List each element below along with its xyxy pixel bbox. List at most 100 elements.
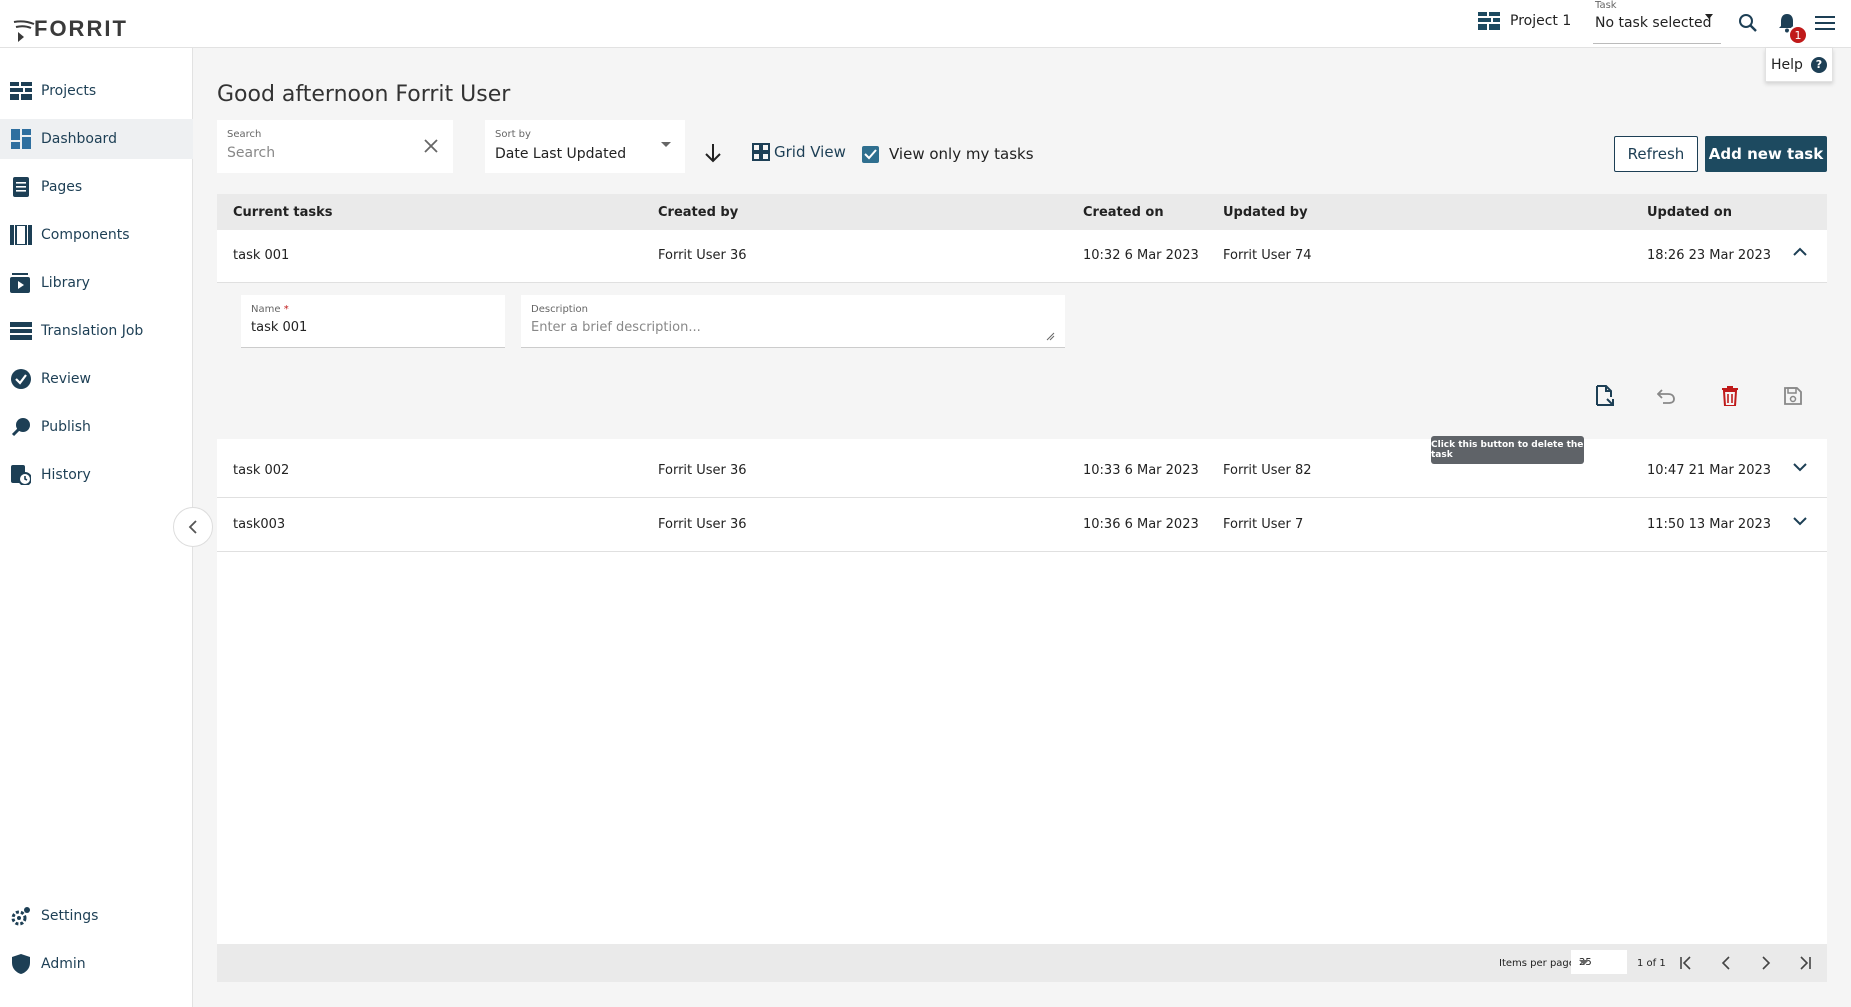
caret-down-icon	[1579, 960, 1589, 965]
sidebar-item-history[interactable]: History	[0, 455, 193, 495]
delete-task-button[interactable]	[1717, 383, 1743, 409]
task-selector-value: No task selected	[1595, 15, 1712, 31]
created-by: Forrit User 36	[658, 248, 747, 263]
sidebar-item-label: Admin	[41, 956, 86, 972]
logo-text: FORRIT	[34, 16, 128, 41]
sidebar-item-review[interactable]: Review	[0, 359, 193, 399]
refresh-button[interactable]: Refresh	[1614, 136, 1698, 172]
review-icon	[10, 368, 32, 390]
column-header-updated-by[interactable]: Updated by	[1223, 205, 1308, 220]
first-page-icon	[1680, 956, 1691, 970]
sidebar-item-dashboard[interactable]: Dashboard	[0, 119, 193, 159]
arrow-down-icon	[705, 144, 721, 163]
column-header-created-by[interactable]: Created by	[658, 205, 738, 220]
dashboard-icon	[10, 128, 32, 150]
grid-view-label: Grid View	[774, 143, 846, 161]
sidebar-item-settings[interactable]: Settings	[0, 896, 193, 936]
task-detail-panel: Name * task 001 Description Enter a brie…	[217, 283, 1827, 439]
sidebar-item-label: Library	[41, 275, 90, 291]
table-row[interactable]: task 002 Forrit User 36 10:33 6 Mar 2023…	[217, 445, 1827, 498]
pages-icon	[10, 176, 32, 198]
task-name: task003	[233, 517, 286, 532]
page-title: Good afternoon Forrit User	[217, 82, 511, 107]
resize-handle-icon[interactable]	[1046, 332, 1055, 341]
expand-row-button[interactable]	[1793, 461, 1807, 476]
chevron-right-icon	[1762, 956, 1771, 970]
chevron-up-icon	[1793, 247, 1807, 256]
view-only-my-tasks-checkbox[interactable]: View only my tasks	[862, 145, 1034, 163]
column-header-current-tasks[interactable]: Current tasks	[233, 205, 333, 220]
sidebar-item-projects[interactable]: Projects	[0, 71, 193, 111]
sidebar-item-publish[interactable]: Publish	[0, 407, 193, 447]
forrit-logo[interactable]: FORRIT	[12, 4, 128, 44]
settings-icon	[10, 905, 32, 927]
table-header: Current tasks Created by Created on Upda…	[217, 194, 1827, 230]
sort-by-label: Sort by	[495, 129, 531, 140]
updated-by: Forrit User 7	[1223, 517, 1304, 532]
sidebar-item-label: Settings	[41, 908, 99, 924]
table-row[interactable]: task 001 Forrit User 36 10:32 6 Mar 2023…	[217, 230, 1827, 283]
components-icon	[10, 224, 32, 246]
task-name-field[interactable]: Name * task 001	[241, 295, 505, 348]
sidebar-item-label: Pages	[41, 179, 83, 195]
expand-row-button[interactable]	[1793, 515, 1807, 530]
collapse-row-button[interactable]	[1793, 246, 1807, 261]
task-description-placeholder: Enter a brief description...	[531, 320, 701, 335]
task-description-label: Description	[531, 304, 588, 315]
checkbox-checked-icon	[862, 145, 879, 163]
tasks-table: Current tasks Created by Created on Upda…	[217, 194, 1827, 982]
task-description-field[interactable]: Description Enter a brief description...	[521, 295, 1065, 348]
task-name-value: task 001	[251, 320, 308, 335]
save-task-button[interactable]	[1780, 383, 1806, 409]
undo-button[interactable]	[1653, 383, 1679, 409]
previous-page-button[interactable]	[1717, 954, 1735, 972]
help-button[interactable]: Help ?	[1765, 48, 1833, 82]
task-name: task 002	[233, 463, 290, 478]
sidebar-item-components[interactable]: Components	[0, 215, 193, 255]
caret-down-icon	[1705, 14, 1713, 19]
sidebar-item-label: Components	[41, 227, 130, 243]
collapse-sidebar-button[interactable]	[173, 507, 213, 547]
chevron-down-icon	[1793, 463, 1807, 472]
main-menu-button[interactable]	[1812, 10, 1838, 36]
search-label: Search	[227, 129, 262, 140]
project-icon	[1478, 12, 1500, 30]
first-page-button[interactable]	[1677, 954, 1695, 972]
trash-icon	[1722, 386, 1738, 406]
grid-view-icon	[752, 143, 770, 161]
grid-view-toggle[interactable]: Grid View	[752, 143, 846, 161]
column-header-created-on[interactable]: Created on	[1083, 205, 1164, 220]
sidebar-item-translation-job[interactable]: Translation Job	[0, 311, 193, 351]
assign-task-button[interactable]	[1592, 383, 1618, 409]
items-per-page-label: Items per page	[1499, 958, 1575, 969]
top-bar: FORRIT Project 1 Task No task selected 1	[0, 0, 1851, 48]
sort-by-select[interactable]: Sort by Date Last Updated	[485, 120, 685, 173]
sidebar-item-admin[interactable]: Admin	[0, 944, 193, 984]
table-row[interactable]: task003 Forrit User 36 10:36 6 Mar 2023 …	[217, 499, 1827, 552]
sidebar-item-library[interactable]: Library	[0, 263, 193, 303]
column-header-updated-on[interactable]: Updated on	[1647, 205, 1732, 220]
hamburger-menu-icon	[1815, 16, 1835, 30]
search-button[interactable]	[1735, 10, 1761, 36]
created-by: Forrit User 36	[658, 463, 747, 478]
project-label: Project 1	[1510, 13, 1572, 29]
items-per-page-select[interactable]: 25	[1571, 950, 1627, 974]
delete-task-tooltip: Click this button to delete the task	[1431, 436, 1584, 464]
search-field[interactable]: Search	[217, 120, 453, 173]
page-info: 1 of 1	[1637, 958, 1666, 969]
add-new-task-button[interactable]: Add new task	[1705, 136, 1827, 172]
projects-icon	[10, 80, 32, 102]
sidebar-item-pages[interactable]: Pages	[0, 167, 193, 207]
admin-icon	[10, 953, 32, 975]
search-input[interactable]	[227, 145, 407, 161]
sort-direction-button[interactable]	[704, 143, 722, 167]
clear-search-button[interactable]	[423, 138, 439, 158]
task-name: task 001	[233, 248, 290, 263]
next-page-button[interactable]	[1757, 954, 1775, 972]
sidebar-item-label: Review	[41, 371, 91, 387]
task-selector[interactable]: Task No task selected	[1593, 0, 1721, 44]
created-on: 10:32 6 Mar 2023	[1083, 248, 1199, 263]
sort-by-value: Date Last Updated	[495, 146, 627, 162]
last-page-button[interactable]	[1796, 954, 1814, 972]
project-selector[interactable]: Project 1	[1478, 12, 1571, 30]
